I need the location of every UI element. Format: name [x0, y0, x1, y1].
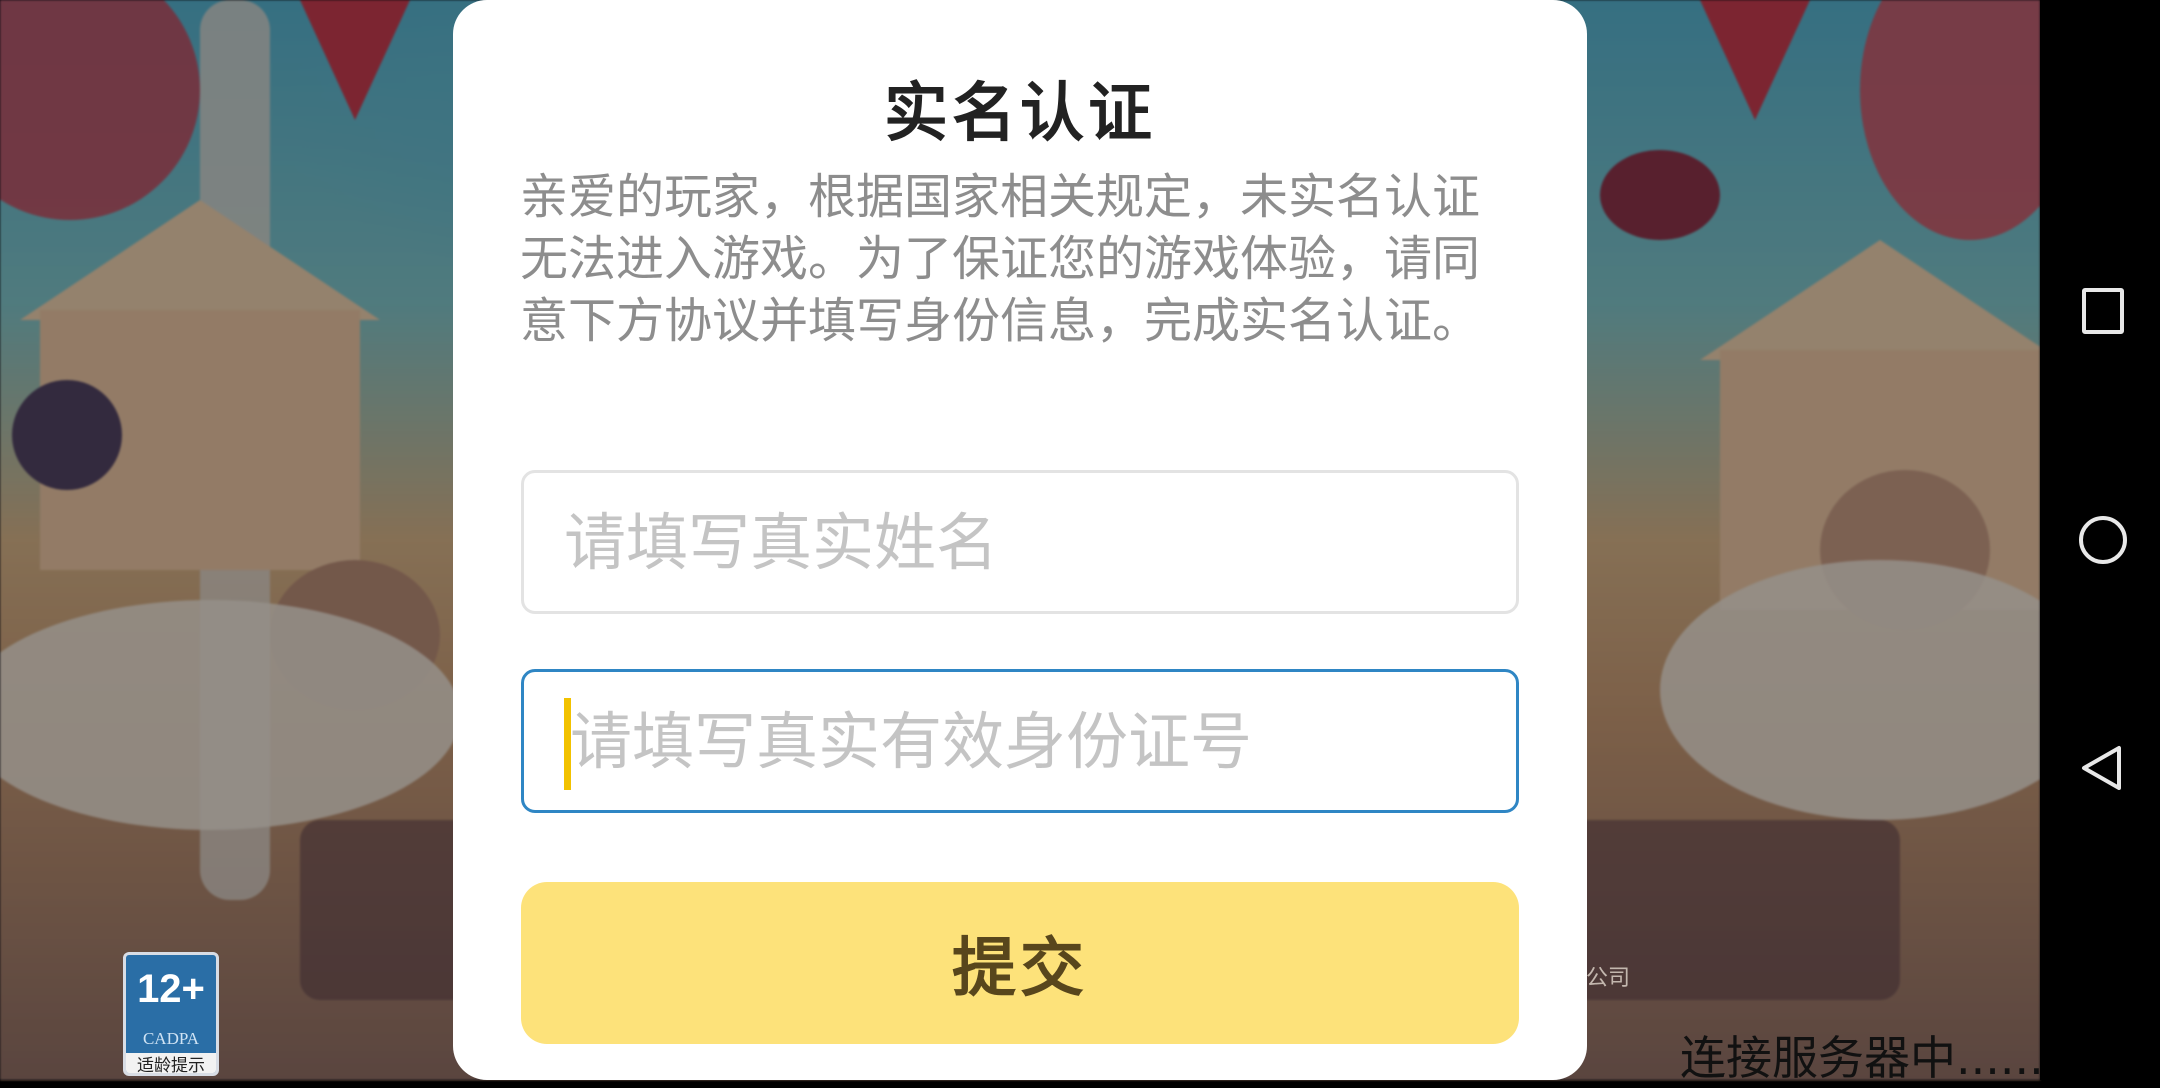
- id-number-field[interactable]: [521, 669, 1519, 813]
- age-rating-badge: 12+ CADPA 适龄提示: [123, 952, 219, 1076]
- home-icon[interactable]: [2079, 516, 2127, 564]
- dialog-description: 亲爱的玩家，根据国家相关规定，未实名认证无法进入游戏。为了保证您的游戏体验，请同…: [520, 169, 1481, 349]
- connection-status: 连接服务器中......: [1680, 1031, 2044, 1085]
- verification-dialog: 实名认证 亲爱的玩家，根据国家相关规定，未实名认证无法进入游戏。为了保证您的游戏…: [453, 0, 1587, 1080]
- id-number-input[interactable]: [524, 672, 1516, 810]
- dialog-title: 实名认证: [884, 77, 1156, 151]
- age-rating-org: CADPA: [142, 1029, 200, 1048]
- back-icon[interactable]: [2079, 744, 2123, 792]
- age-rating-caption: 适龄提示: [126, 1053, 216, 1073]
- recent-apps-icon[interactable]: [2082, 288, 2124, 334]
- age-rating-number: 12+: [137, 967, 205, 1011]
- name-input[interactable]: [524, 473, 1516, 611]
- company-text: 公司: [1586, 966, 1631, 991]
- name-field[interactable]: [521, 470, 1519, 614]
- submit-button[interactable]: 提交: [521, 882, 1519, 1044]
